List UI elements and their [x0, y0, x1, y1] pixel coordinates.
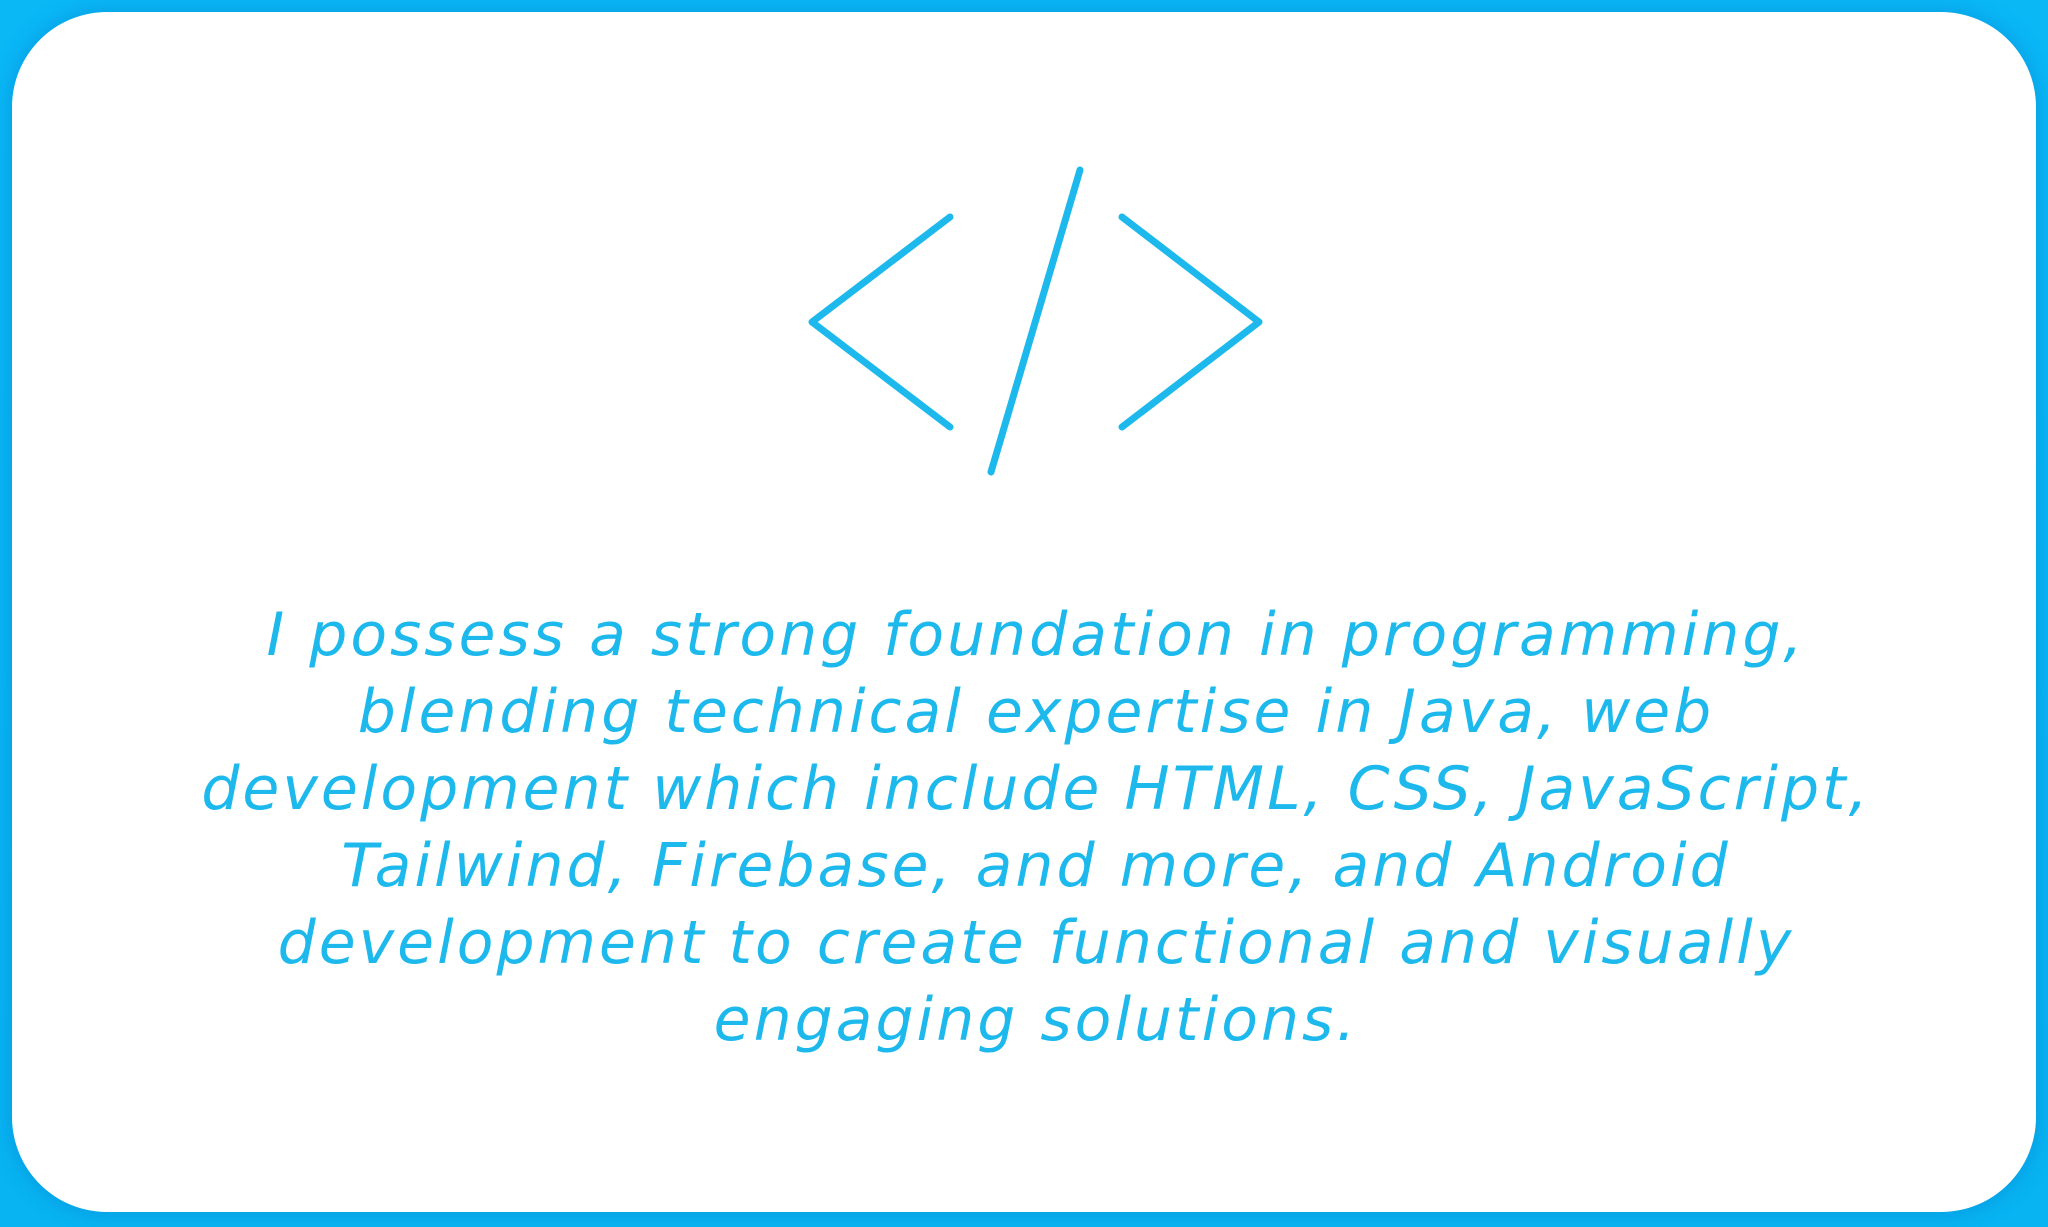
skill-description: I possess a strong foundation in program… [201, 600, 1871, 1055]
card-border: I possess a strong foundation in program… [0, 0, 2048, 1227]
code-brackets-icon [792, 157, 1272, 487]
skill-card: I possess a strong foundation in program… [12, 12, 2036, 1212]
